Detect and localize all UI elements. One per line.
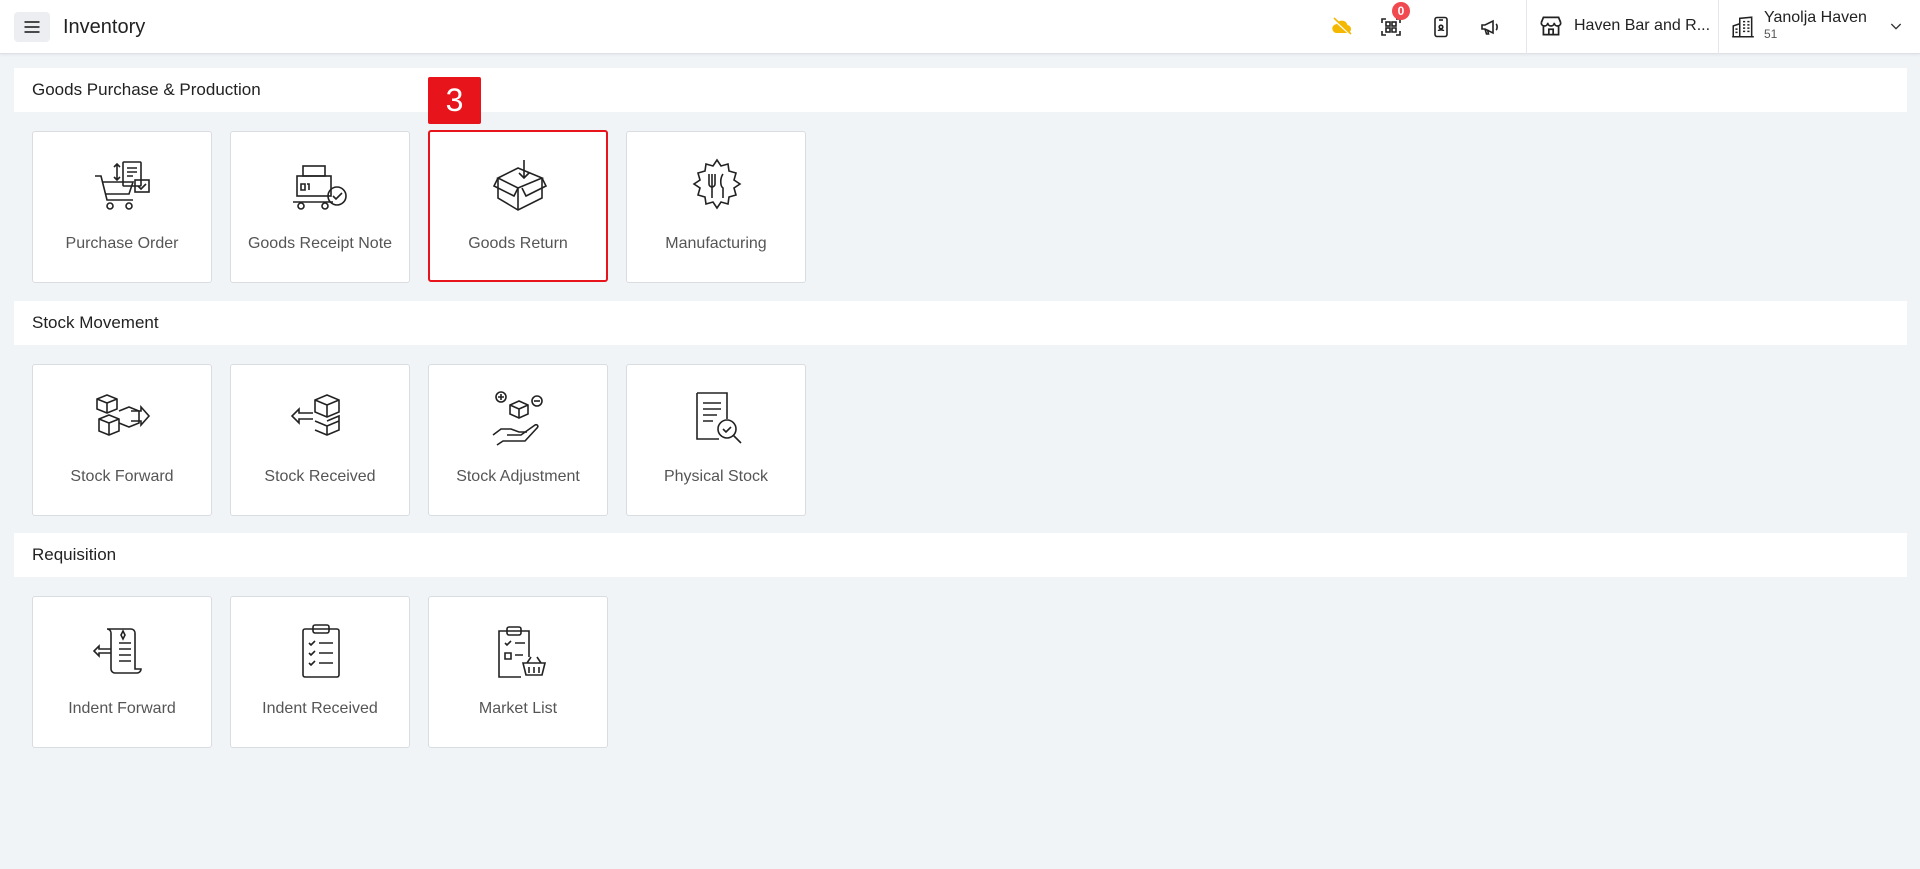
tile-indent-forward[interactable]: Indent Forward <box>32 596 212 748</box>
building-icon <box>1732 16 1754 38</box>
cloud-off-icon[interactable] <box>1329 14 1355 40</box>
tile-label: Goods Return <box>468 235 568 252</box>
section-header-requisition: Requisition <box>14 533 1907 577</box>
store-icon <box>1540 16 1562 36</box>
hamburger-menu-button[interactable] <box>14 12 50 42</box>
shopping-cart-icon <box>95 161 150 210</box>
open-box-return-icon <box>492 160 548 211</box>
tile-goods-return[interactable]: Goods Return <box>428 130 608 282</box>
tile-purchase-order[interactable]: Purchase Order <box>32 131 212 283</box>
divider <box>1718 0 1719 54</box>
notification-badge: 0 <box>1392 2 1410 20</box>
section-header-stock-movement: Stock Movement <box>14 301 1907 345</box>
tile-label: Indent Forward <box>68 700 176 717</box>
tile-label: Manufacturing <box>665 235 767 252</box>
tile-stock-received[interactable]: Stock Received <box>230 364 410 516</box>
tile-stock-forward[interactable]: Stock Forward <box>32 364 212 516</box>
tile-label: Goods Receipt Note <box>247 235 393 252</box>
luggage-trolley-icon <box>293 165 347 210</box>
tile-label: Stock Adjustment <box>456 468 580 485</box>
clipboard-basket-icon <box>498 626 547 678</box>
boxes-forward-icon <box>96 394 151 436</box>
annotation-marker: 3 <box>428 77 481 124</box>
tile-label: Indent Received <box>262 700 378 717</box>
divider <box>1526 0 1527 54</box>
section-header-goods-purchase: Goods Purchase & Production <box>14 68 1907 112</box>
page-title: Inventory <box>63 16 146 38</box>
boxes-received-icon <box>291 394 340 436</box>
outlet-selector[interactable]: Haven Bar and R... <box>1538 13 1710 39</box>
chevron-down-icon[interactable] <box>1888 18 1904 34</box>
scroll-forward-icon <box>93 628 142 674</box>
tile-market-list[interactable]: Market List <box>428 596 608 748</box>
hotel-selector[interactable]: Yanolja Haven 51 <box>1730 8 1867 41</box>
tile-goods-receipt-note[interactable]: Goods Receipt Note <box>230 131 410 283</box>
hotel-code: 51 <box>1764 27 1778 41</box>
mobile-phone-icon[interactable] <box>1428 14 1454 40</box>
tile-indent-received[interactable]: Indent Received <box>230 596 410 748</box>
tile-label: Market List <box>478 700 558 717</box>
tile-physical-stock[interactable]: Physical Stock <box>626 364 806 516</box>
tile-manufacturing[interactable]: Manufacturing <box>626 131 806 283</box>
document-search-icon <box>696 392 742 444</box>
top-bar: Inventory 0 Haven Bar and R... Yanolja H… <box>0 0 1920 54</box>
tile-label: Physical Stock <box>663 468 769 485</box>
tile-label: Stock Received <box>264 468 376 485</box>
hamburger-icon <box>24 21 40 33</box>
gear-utensils-icon <box>692 158 742 210</box>
megaphone-icon[interactable] <box>1477 14 1503 40</box>
tile-stock-adjustment[interactable]: Stock Adjustment <box>428 364 608 516</box>
hand-box-adjust-icon <box>492 391 543 446</box>
tile-label: Purchase Order <box>65 235 179 252</box>
clipboard-checklist-icon <box>302 624 340 678</box>
tile-label: Stock Forward <box>70 468 174 485</box>
outlet-name: Haven Bar and R... <box>1574 17 1711 34</box>
hotel-name: Yanolja Haven <box>1764 9 1867 26</box>
